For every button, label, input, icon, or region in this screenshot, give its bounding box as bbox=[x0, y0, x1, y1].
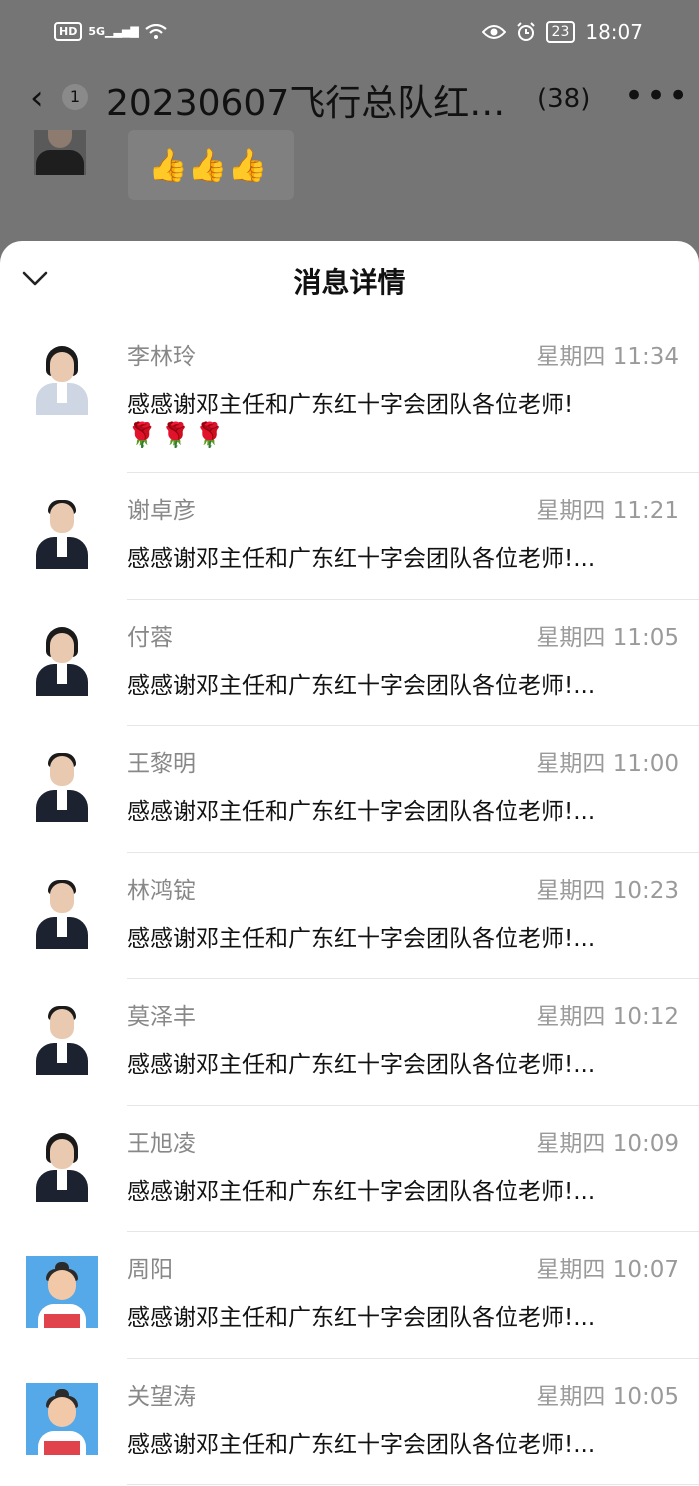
message-text: 感感谢邓主任和广东红十字会团队各位老师!... bbox=[127, 799, 596, 825]
sender-name: 谢卓彦 bbox=[127, 498, 196, 524]
message-text: 感感谢邓主任和广东红十字会团队各位老师!... bbox=[127, 925, 596, 952]
message-detail-sheet: 消息详情 李林玲 星期四 11:34 感感谢邓主任和广东红十字会团队各位老师! 🌹🌹🌹… bbox=[0, 241, 699, 1486]
rose-emoji: 🌹🌹🌹 bbox=[127, 421, 229, 449]
message-text: 感感谢邓主任和广东红十字会团队各位老师!... bbox=[127, 546, 596, 572]
sender-name: 周阳 bbox=[127, 1257, 173, 1283]
message-time: 星期四 11:21 bbox=[536, 498, 679, 524]
message-time: 星期四 10:07 bbox=[536, 1257, 679, 1283]
network-label: 5G bbox=[88, 25, 106, 38]
sender-name: 林鸿锭 bbox=[127, 877, 196, 904]
avatar[interactable] bbox=[26, 1003, 98, 1075]
avatar[interactable] bbox=[26, 876, 98, 949]
list-item[interactable]: 周阳 星期四 10:07 感感谢邓主任和广东红十字会团队各位老师!... bbox=[0, 1232, 699, 1359]
back-arrow-icon[interactable]: ‹ bbox=[30, 78, 44, 118]
message-time: 星期四 11:05 bbox=[536, 624, 679, 651]
list-item[interactable]: 关望涛 星期四 10:05 感感谢邓主任和广东红十字会团队各位老师!... bbox=[0, 1359, 699, 1485]
avatar[interactable] bbox=[26, 497, 98, 569]
alarm-icon bbox=[516, 22, 535, 41]
sender-name: 李林玲 bbox=[127, 344, 196, 370]
list-item[interactable]: 王黎明 星期四 11:00 感感谢邓主任和广东红十字会团队各位老师!... bbox=[0, 726, 699, 853]
message-time: 星期四 10:05 bbox=[536, 1383, 679, 1410]
background-message-bubble: 👍👍👍 bbox=[128, 130, 294, 200]
message-text: 感感谢邓主任和广东红十字会团队各位老师!... bbox=[127, 1431, 596, 1458]
message-time: 星期四 10:23 bbox=[536, 877, 679, 904]
sender-name: 关望涛 bbox=[127, 1383, 196, 1410]
avatar[interactable] bbox=[26, 1256, 98, 1328]
battery-icon: 23 bbox=[545, 21, 576, 43]
avatar[interactable] bbox=[26, 623, 98, 696]
sender-name: 王黎明 bbox=[127, 751, 196, 777]
chat-title: 20230607飞行总队红… bbox=[106, 83, 506, 124]
divider bbox=[127, 1484, 699, 1485]
list-item[interactable]: 付蓉 星期四 11:05 感感谢邓主任和广东红十字会团队各位老师!... bbox=[0, 600, 699, 726]
message-time: 星期四 11:00 bbox=[536, 751, 679, 777]
message-time: 星期四 10:09 bbox=[536, 1130, 679, 1157]
more-options-icon[interactable]: ••• bbox=[624, 76, 690, 116]
avatar[interactable] bbox=[26, 343, 98, 415]
list-item[interactable]: 林鸿锭 星期四 10:23 感感谢邓主任和广东红十字会团队各位老师!... bbox=[0, 853, 699, 979]
list-item[interactable]: 王旭凌 星期四 10:09 感感谢邓主任和广东红十字会团队各位老师!... bbox=[0, 1106, 699, 1232]
sender-name: 王旭凌 bbox=[127, 1130, 196, 1157]
message-text: 感感谢邓主任和广东红十字会团队各位老师! bbox=[127, 392, 574, 418]
list-item[interactable]: 谢卓彦 星期四 11:21 感感谢邓主任和广东红十字会团队各位老师!... bbox=[0, 473, 699, 600]
clock: 18:07 bbox=[585, 20, 643, 44]
message-text: 感感谢邓主任和广东红十字会团队各位老师!... bbox=[127, 672, 596, 699]
avatar[interactable] bbox=[26, 750, 98, 822]
background-avatar bbox=[34, 130, 86, 175]
sheet-title: 消息详情 bbox=[293, 266, 406, 299]
list-item[interactable]: 李林玲 星期四 11:34 感感谢邓主任和广东红十字会团队各位老师! 🌹🌹🌹 bbox=[0, 319, 699, 473]
message-time: 星期四 10:12 bbox=[536, 1004, 679, 1030]
member-count: (38) bbox=[537, 84, 591, 114]
message-text: 感感谢邓主任和广东红十字会团队各位老师!... bbox=[127, 1178, 596, 1205]
message-text: 感感谢邓主任和广东红十字会团队各位老师!... bbox=[127, 1305, 596, 1331]
chat-header: ‹ 1 20230607飞行总队红… (38) ••• bbox=[0, 70, 699, 130]
avatar[interactable] bbox=[26, 1129, 98, 1202]
message-text: 感感谢邓主任和广东红十字会团队各位老师!... bbox=[127, 1052, 596, 1078]
signal-icon: 5G▁▃▅▇ bbox=[88, 25, 139, 38]
read-receipt-list: 李林玲 星期四 11:34 感感谢邓主任和广东红十字会团队各位老师! 🌹🌹🌹 谢卓彦 星期… bbox=[0, 319, 699, 1485]
sender-name: 莫泽丰 bbox=[127, 1004, 196, 1030]
sender-name: 付蓉 bbox=[127, 624, 173, 651]
message-time: 星期四 11:34 bbox=[536, 344, 679, 370]
eye-icon bbox=[481, 25, 506, 39]
unread-badge: 1 bbox=[62, 84, 88, 110]
hd-icon: HD bbox=[54, 22, 83, 41]
avatar[interactable] bbox=[26, 1382, 98, 1455]
wifi-icon bbox=[145, 23, 167, 39]
status-bar: HD 5G▁▃▅▇ 23 18:07 bbox=[0, 0, 699, 70]
list-item[interactable]: 莫泽丰 星期四 10:12 感感谢邓主任和广东红十字会团队各位老师!... bbox=[0, 979, 699, 1106]
sheet-header: 消息详情 bbox=[0, 241, 699, 319]
